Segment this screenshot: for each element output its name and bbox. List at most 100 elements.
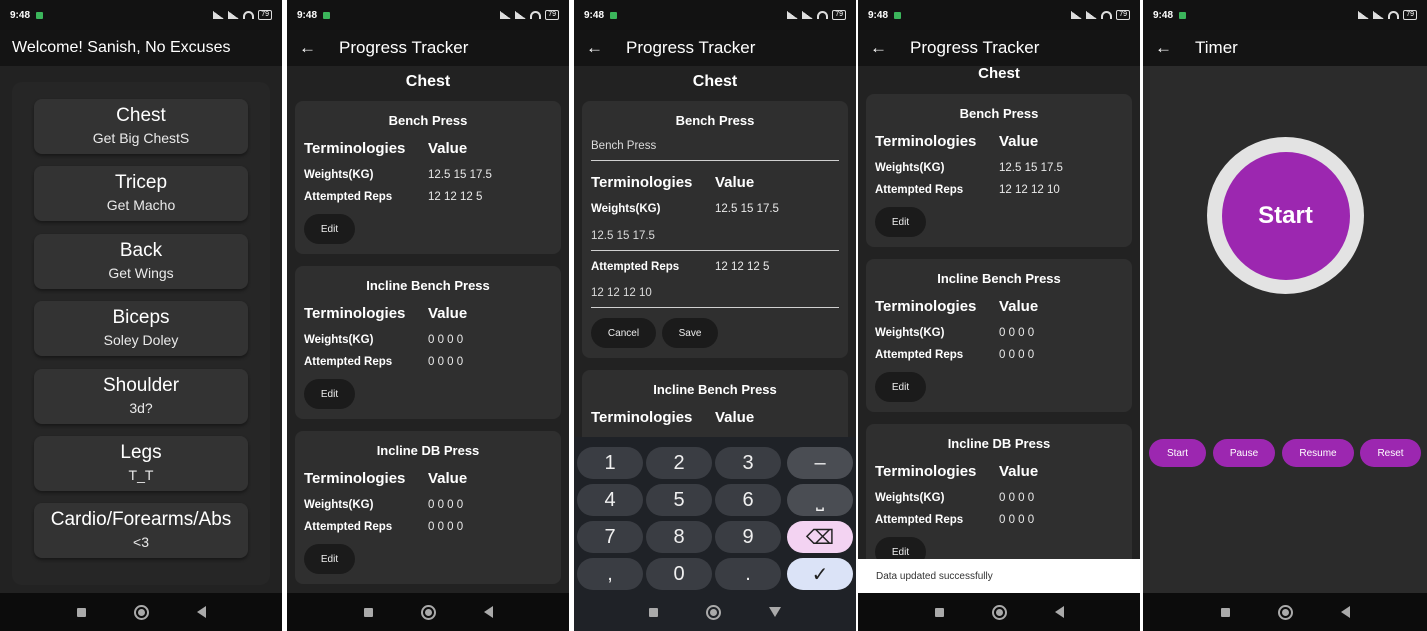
section-title: Chest — [978, 66, 1020, 82]
done-key[interactable]: ✓ — [787, 558, 853, 590]
content: Chest Bench Press Terminologies Value We… — [858, 66, 1140, 593]
back-nav-icon[interactable] — [483, 606, 493, 618]
weights-value: 12.5 15 17.5 — [715, 203, 779, 215]
category-subtitle: Get Big ChestS — [92, 130, 190, 146]
exercise-card: Incline Bench Press Terminologies Value … — [866, 259, 1132, 412]
start-button[interactable]: Start — [1149, 439, 1206, 467]
back-arrow-icon[interactable]: ← — [1155, 38, 1177, 58]
battery-icon: 79 — [1403, 10, 1417, 20]
content: Start Start Pause Resume Reset — [1143, 66, 1427, 593]
timer-start-circle[interactable]: Start — [1221, 151, 1350, 280]
cancel-button[interactable]: Cancel — [591, 318, 656, 348]
key-0[interactable]: 0 — [646, 558, 712, 590]
notification-icon — [323, 11, 331, 19]
reps-value: 12 12 12 5 — [715, 261, 770, 273]
key-8[interactable]: 8 — [646, 521, 712, 553]
category-subtitle: Soley Doley — [103, 332, 179, 348]
screen-home: 9:48 79 Welcome! Sanish, No Excuses Ches… — [0, 0, 282, 631]
battery-icon: 79 — [1116, 10, 1130, 20]
save-button[interactable]: Save — [662, 318, 718, 348]
recents-icon[interactable] — [76, 607, 86, 617]
category-tricep-button[interactable]: Tricep Get Macho — [34, 166, 248, 221]
hide-keyboard-icon[interactable] — [769, 607, 781, 617]
home-icon[interactable] — [133, 604, 149, 620]
edit-button[interactable]: Edit — [875, 207, 926, 237]
resume-button[interactable]: Resume — [1282, 439, 1354, 467]
edit-button[interactable]: Edit — [304, 379, 355, 409]
category-chest-button[interactable]: Chest Get Big ChestS — [34, 99, 248, 154]
reps-field[interactable]: 12 12 12 10 — [591, 287, 839, 308]
key-1[interactable]: 1 — [577, 447, 643, 479]
home-icon[interactable] — [1277, 604, 1293, 620]
category-name: Legs — [120, 442, 162, 463]
edit-button[interactable]: Edit — [304, 544, 355, 574]
home-icon[interactable] — [991, 604, 1007, 620]
back-nav-icon[interactable] — [1340, 606, 1350, 618]
status-bar: 9:48 79 — [574, 0, 856, 30]
exercise-name-field[interactable]: Bench Press — [591, 140, 839, 161]
back-nav-icon[interactable] — [1054, 606, 1064, 618]
key-2[interactable]: 2 — [646, 447, 712, 479]
key-7[interactable]: 7 — [577, 521, 643, 553]
backspace-key[interactable]: ⌫ — [787, 521, 853, 553]
category-subtitle: Get Macho — [106, 197, 176, 213]
signal-icon — [515, 11, 527, 19]
reps-label: Attempted Reps — [875, 514, 964, 526]
recents-icon[interactable] — [363, 607, 373, 617]
page-title: Welcome! Sanish, No Excuses — [12, 39, 231, 56]
category-biceps-button[interactable]: Biceps Soley Doley — [34, 301, 248, 356]
weights-value: 0 0 0 0 — [428, 499, 464, 511]
recents-icon[interactable] — [649, 607, 658, 617]
exercise-name: Incline DB Press — [376, 443, 480, 458]
system-nav-bar — [574, 593, 856, 631]
key-comma[interactable]: , — [577, 558, 643, 590]
wifi-icon — [817, 11, 829, 19]
back-arrow-icon[interactable]: ← — [870, 38, 892, 58]
home-icon[interactable] — [420, 604, 436, 620]
recents-icon[interactable] — [934, 607, 944, 617]
key-9[interactable]: 9 — [715, 521, 781, 553]
section-title: Chest — [405, 73, 451, 90]
key-3[interactable]: 3 — [715, 447, 781, 479]
category-shoulder-button[interactable]: Shoulder 3d? — [34, 369, 248, 424]
category-list: Chest Get Big ChestS Tricep Get Macho Back… — [12, 82, 270, 585]
recents-icon[interactable] — [1220, 607, 1230, 617]
reps-value: 0 0 0 0 — [999, 349, 1035, 361]
reps-value: 12 12 12 10 — [999, 184, 1060, 196]
key-minus[interactable]: – — [787, 447, 853, 479]
category-cardio-button[interactable]: Cardio/Forearms/Abs <3 — [34, 503, 248, 558]
key-period[interactable]: . — [715, 558, 781, 590]
back-arrow-icon[interactable]: ← — [586, 38, 608, 58]
reset-button[interactable]: Reset — [1360, 439, 1421, 467]
page-title: Progress Tracker — [910, 38, 1040, 57]
section-title: Chest — [692, 73, 738, 90]
exercise-card: Bench Press Terminologies Value Weights(… — [295, 101, 561, 254]
exercise-name: Incline Bench Press — [366, 278, 490, 293]
category-back-button[interactable]: Back Get Wings — [34, 234, 248, 289]
column-header-value: Value — [715, 409, 755, 426]
pause-button[interactable]: Pause — [1213, 439, 1275, 467]
status-time: 9:48 — [584, 9, 605, 21]
column-header-term: Terminologies — [875, 298, 977, 315]
screen-edit: 9:48 79 ← Progress Tracker Chest Bench P… — [574, 0, 856, 631]
edit-button[interactable]: Edit — [304, 214, 355, 244]
weights-label: Weights(KG) — [591, 203, 661, 215]
back-arrow-icon[interactable]: ← — [299, 38, 321, 58]
edit-button[interactable]: Edit — [875, 372, 926, 402]
column-header-term: Terminologies — [591, 174, 693, 191]
signal-icon — [802, 11, 814, 19]
back-nav-icon[interactable] — [196, 606, 206, 618]
content: Chest Bench Press Bench Press Terminolog… — [574, 66, 856, 437]
signal-icon — [1373, 11, 1385, 19]
key-5[interactable]: 5 — [646, 484, 712, 516]
key-space[interactable]: ⎵ — [787, 484, 853, 516]
reps-value: 0 0 0 0 — [428, 356, 464, 368]
key-6[interactable]: 6 — [715, 484, 781, 516]
category-name: Chest — [116, 105, 166, 126]
key-4[interactable]: 4 — [577, 484, 643, 516]
weights-field[interactable]: 12.5 15 17.5 — [591, 230, 839, 251]
column-header-term: Terminologies — [591, 409, 693, 426]
weights-label: Weights(KG) — [875, 327, 945, 339]
category-legs-button[interactable]: Legs T_T — [34, 436, 248, 491]
home-icon[interactable] — [706, 604, 721, 620]
